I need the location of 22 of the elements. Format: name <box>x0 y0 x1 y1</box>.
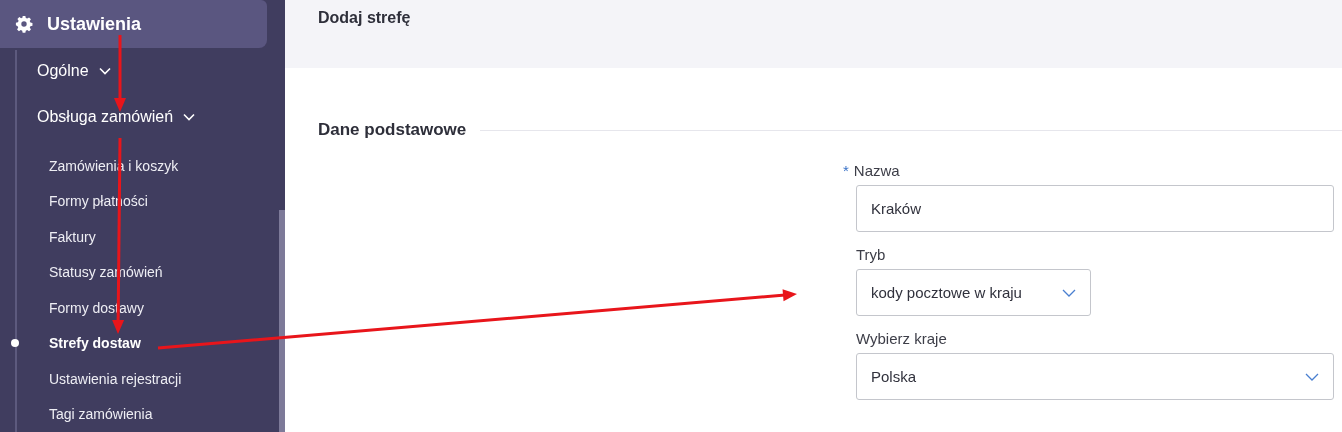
required-mark: * <box>843 162 849 179</box>
page-title: Dodaj strefę <box>318 8 411 28</box>
gear-icon <box>15 15 33 33</box>
submenu-item[interactable]: Strefy dostaw <box>49 335 141 352</box>
scrollbar[interactable] <box>279 210 285 432</box>
menu-group[interactable]: Obsługa zamówień <box>37 94 285 140</box>
chevron-down-icon <box>1062 288 1076 297</box>
submenu-item[interactable]: Ustawienia rejestracji <box>49 370 182 387</box>
select-field[interactable]: Polska <box>856 353 1334 400</box>
field-label: Wybierz kraje <box>856 330 947 347</box>
input-field[interactable]: Kraków <box>856 185 1334 232</box>
field-label: Nazwa <box>853 162 900 179</box>
submenu-item[interactable]: Faktury <box>49 228 96 245</box>
settings-menu-item[interactable]: Ustawienia <box>0 0 267 48</box>
select-field[interactable]: kody pocztowe w kraju <box>856 269 1091 316</box>
menu-group[interactable]: Ogólne <box>37 48 285 94</box>
submenu-item[interactable]: Tagi zamówienia <box>49 406 153 423</box>
field-label: Tryb <box>856 246 886 263</box>
section-title: Dane podstawowe <box>318 120 467 140</box>
chevron-down-icon <box>183 113 196 121</box>
chevron-down-icon <box>1305 372 1319 381</box>
chevron-down-icon <box>98 67 111 75</box>
